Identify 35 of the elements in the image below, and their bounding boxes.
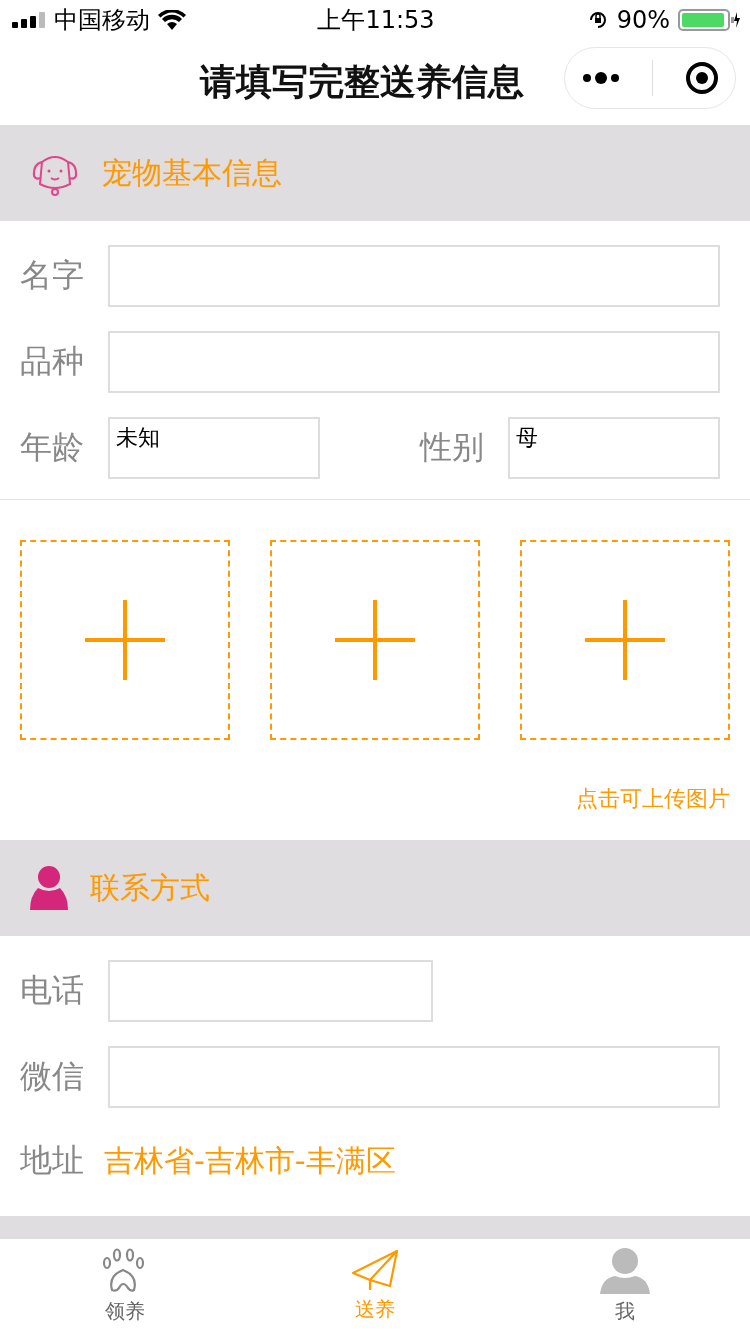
plus-icon <box>335 600 415 681</box>
section-title: 联系方式 <box>90 868 210 907</box>
input-field[interactable] <box>108 331 720 394</box>
wifi-icon <box>158 9 186 30</box>
field-label: 地址 <box>20 1140 85 1182</box>
more-icon[interactable] <box>580 71 621 86</box>
upload-slot[interactable] <box>270 540 480 741</box>
plus-icon <box>85 600 165 681</box>
upload-slot[interactable] <box>520 540 730 741</box>
tab-item[interactable]: 领养 <box>0 1239 250 1334</box>
person-icon <box>30 866 68 911</box>
input-field[interactable]: 未知 <box>108 417 320 480</box>
input-field[interactable]: 母 <box>508 417 720 480</box>
signal-icon <box>12 11 46 28</box>
page-title: 请填写完整送养信息 <box>200 59 524 104</box>
field-label: 品种 <box>20 341 85 383</box>
upload-slot[interactable] <box>20 540 230 741</box>
input-field[interactable] <box>108 1046 720 1109</box>
input-field[interactable] <box>108 960 433 1023</box>
input-field[interactable] <box>108 245 720 308</box>
upload-hint: 点击可上传图片 <box>576 785 730 814</box>
person-icon <box>600 1248 650 1294</box>
field-label: 性别 <box>420 427 485 469</box>
field-label: 电话 <box>20 970 85 1012</box>
tab-item[interactable]: 我 <box>500 1239 750 1334</box>
status-time: 上午11:53 <box>317 4 435 36</box>
field-label: 微信 <box>20 1056 85 1098</box>
field-label: 年龄 <box>20 427 85 469</box>
plus-icon <box>585 600 665 681</box>
battery-percent: 90% <box>616 5 670 34</box>
paper-plane-icon <box>352 1250 398 1292</box>
carrier-name: 中国移动 <box>54 4 150 36</box>
field-label: 名字 <box>20 255 85 297</box>
section-title: 宠物基本信息 <box>102 153 282 192</box>
battery-icon <box>678 8 740 31</box>
